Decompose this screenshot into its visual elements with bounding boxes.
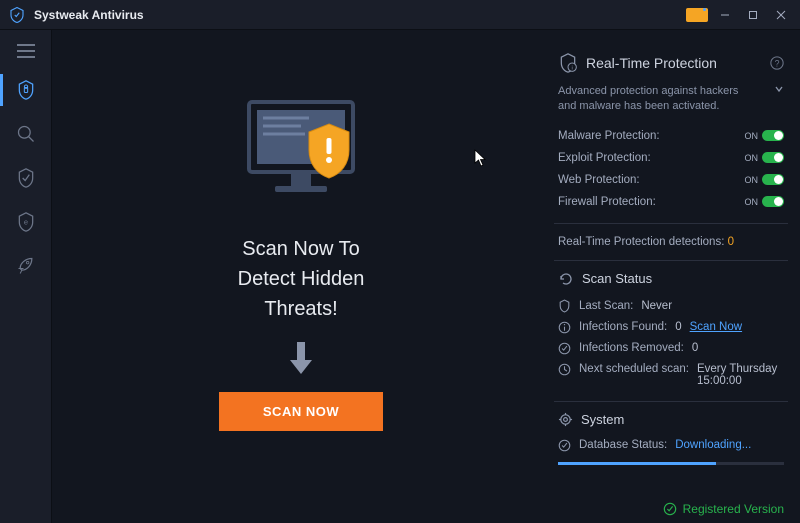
notification-badge-icon[interactable] (686, 8, 708, 22)
toggle-switch[interactable] (762, 196, 784, 207)
app-title: Systweak Antivirus (34, 8, 144, 22)
shield-check-icon (558, 299, 571, 313)
protection-label: Malware Protection: (558, 130, 660, 142)
next-scheduled-label: Next scheduled scan: (579, 363, 689, 375)
toggle-state: ON (745, 153, 759, 163)
sidebar-item-home[interactable] (0, 68, 52, 112)
system-header: System (558, 412, 784, 427)
protection-row-exploit: Exploit Protection: ON (558, 147, 784, 169)
toggle-switch[interactable] (762, 130, 784, 141)
download-progress (558, 462, 784, 465)
protection-label: Firewall Protection: (558, 196, 656, 208)
check-circle-icon (663, 502, 677, 516)
refresh-icon (558, 271, 574, 287)
divider (554, 401, 788, 402)
right-panel: i Real-Time Protection ? Advanced protec… (550, 30, 800, 495)
protection-row-web: Web Protection: ON (558, 169, 784, 191)
info-circle-icon (558, 321, 571, 334)
svg-text:i: i (572, 66, 573, 72)
sidebar: e (0, 30, 52, 523)
rtp-title: Real-Time Protection (586, 55, 762, 71)
detections-count: 0 (728, 236, 734, 248)
sidebar-item-scan[interactable] (0, 112, 52, 156)
maximize-button[interactable] (742, 4, 764, 26)
toggle-state: ON (745, 131, 759, 141)
check-circle-icon (558, 342, 571, 355)
rtp-detections: Real-Time Protection detections: 0 (558, 234, 784, 250)
sidebar-item-quarantine[interactable]: e (0, 200, 52, 244)
scan-status-header: Scan Status (558, 271, 784, 287)
shield-info-icon: i (558, 52, 578, 74)
last-scan-value: Never (641, 300, 672, 312)
toggle-state: ON (745, 175, 759, 185)
registered-badge: Registered Version (663, 502, 784, 516)
detections-label: Real-Time Protection detections: (558, 236, 724, 248)
infections-found-row: Infections Found: 0 Scan Now (558, 317, 784, 338)
arrow-down-icon (286, 340, 316, 376)
svg-text:?: ? (775, 59, 780, 69)
monitor-illustration (231, 94, 371, 214)
toggle-switch[interactable] (762, 152, 784, 163)
gear-icon (558, 412, 573, 427)
titlebar: Systweak Antivirus (0, 0, 800, 30)
toggle-switch[interactable] (762, 174, 784, 185)
activated-message: Advanced protection against hackers and … (558, 84, 748, 115)
minimize-button[interactable] (714, 4, 736, 26)
center-pane: Scan Now To Detect Hidden Threats! SCAN … (52, 30, 550, 495)
help-icon[interactable]: ? (770, 56, 784, 70)
progress-bar-fill (558, 462, 716, 465)
check-circle-icon (558, 439, 571, 452)
db-status-label: Database Status: (579, 439, 667, 451)
toggle-state: ON (745, 197, 759, 207)
next-scheduled-row: Next scheduled scan: Every Thursday 15:0… (558, 359, 784, 391)
main-content: Scan Now To Detect Hidden Threats! SCAN … (52, 30, 800, 495)
infections-found-value: 0 (675, 321, 681, 333)
scan-now-link[interactable]: Scan Now (690, 321, 742, 333)
next-scheduled-value: Every Thursday 15:00:00 (697, 363, 784, 387)
infections-removed-label: Infections Removed: (579, 342, 684, 354)
infections-removed-value: 0 (692, 342, 698, 354)
protection-row-firewall: Firewall Protection: ON (558, 191, 784, 213)
system-title: System (581, 412, 624, 427)
protection-label: Web Protection: (558, 174, 640, 186)
protection-label: Exploit Protection: (558, 152, 651, 164)
chevron-down-icon (774, 84, 784, 94)
scan-now-button[interactable]: SCAN NOW (219, 392, 383, 431)
db-status-value: Downloading... (675, 439, 751, 451)
last-scan-label: Last Scan: (579, 300, 633, 312)
close-button[interactable] (770, 4, 792, 26)
clock-icon (558, 363, 571, 376)
divider (554, 260, 788, 261)
db-status-row: Database Status: Downloading... (558, 435, 784, 456)
footer: Registered Version (52, 495, 800, 523)
divider (554, 223, 788, 224)
menu-toggle-button[interactable] (0, 34, 52, 68)
sidebar-item-protection[interactable] (0, 156, 52, 200)
rtp-header: i Real-Time Protection ? (558, 52, 784, 74)
registered-text: Registered Version (683, 502, 784, 516)
protection-row-malware: Malware Protection: ON (558, 125, 784, 147)
app-logo-icon (8, 6, 26, 24)
sidebar-item-boost[interactable] (0, 244, 52, 288)
svg-text:e: e (23, 218, 27, 227)
infections-found-label: Infections Found: (579, 321, 667, 333)
headline-text: Scan Now To Detect Hidden Threats! (238, 234, 365, 324)
infections-removed-row: Infections Removed: 0 (558, 338, 784, 359)
scan-status-title: Scan Status (582, 271, 652, 286)
last-scan-row: Last Scan: Never (558, 295, 784, 317)
activated-message-row[interactable]: Advanced protection against hackers and … (558, 84, 784, 125)
